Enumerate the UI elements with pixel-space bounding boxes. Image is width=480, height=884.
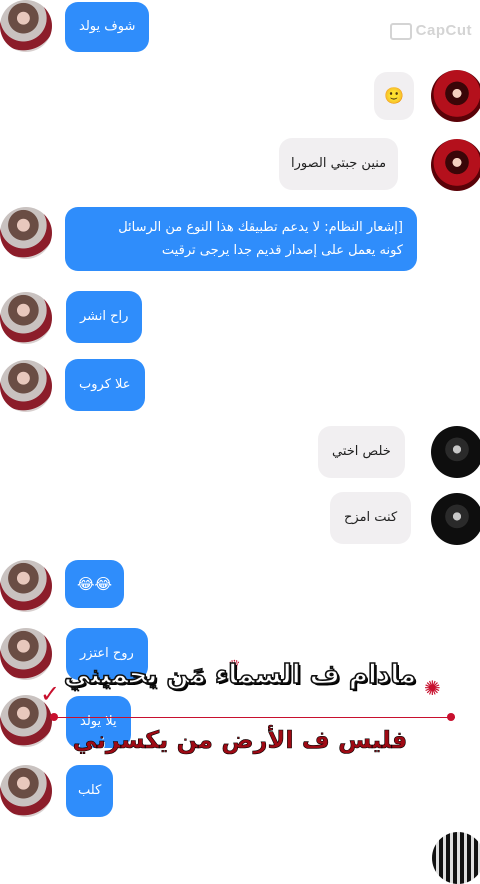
- avatar-recipient[interactable]: [431, 493, 480, 545]
- quote-line-1: مادام ف السماء مَن يحميني: [63, 659, 417, 691]
- message-bubble[interactable]: منين جبتي الصورا: [279, 138, 399, 190]
- avatar-recipient[interactable]: [431, 426, 480, 478]
- message-bubble[interactable]: راح انشر: [66, 291, 143, 343]
- divider-dot: [50, 713, 58, 721]
- avatar-recipient[interactable]: [431, 70, 480, 122]
- avatar-sender[interactable]: [0, 0, 52, 52]
- message-bubble[interactable]: خلص اختي: [318, 426, 405, 478]
- quote-line-2: فليس ف الأرض من يكسرني: [72, 726, 408, 755]
- message-bubble[interactable]: كنت امزح: [330, 492, 412, 544]
- capcut-icon: [389, 22, 412, 40]
- divider: [55, 717, 455, 718]
- message-bubble[interactable]: 🙂: [374, 72, 414, 120]
- message-bubble[interactable]: علا كروب: [65, 359, 145, 411]
- watermark: CapCut: [389, 22, 472, 40]
- divider-dot: [447, 713, 455, 721]
- avatar-sender[interactable]: [0, 292, 52, 344]
- message-bubble[interactable]: كلب: [66, 765, 114, 817]
- avatar-recipient[interactable]: [432, 832, 480, 884]
- message-bubble[interactable]: شوف يولد: [65, 2, 150, 52]
- avatar-sender[interactable]: [0, 765, 52, 817]
- avatar-sender[interactable]: [0, 207, 52, 259]
- avatar-sender[interactable]: [0, 560, 52, 612]
- avatar-sender[interactable]: [0, 360, 52, 412]
- message-bubble[interactable]: 😂😂: [65, 560, 125, 608]
- message-bubble[interactable]: [إشعار النظام: لا يدعم تطبيقك هذا النوع …: [65, 207, 417, 271]
- avatar-recipient[interactable]: [431, 139, 480, 191]
